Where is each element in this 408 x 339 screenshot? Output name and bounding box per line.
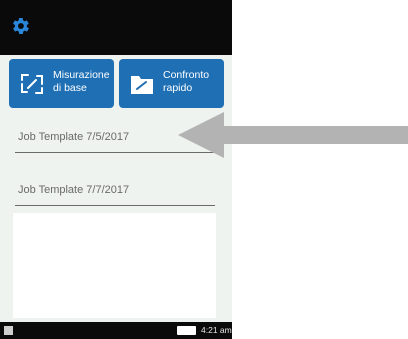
folder-icon (131, 76, 153, 94)
empty-panel (13, 213, 216, 318)
list-item-job-template[interactable]: Job Template 7/7/2017 (15, 166, 215, 206)
callout-arrow-icon (178, 112, 408, 158)
status-time: 4:21 am (201, 325, 232, 335)
misurazione-label: Misurazione di base (53, 69, 110, 94)
device-screen: Misurazione di base Confronto rapido Job… (0, 0, 232, 339)
battery-icon (177, 326, 196, 335)
confronto-rapido-button[interactable]: Confronto rapido (119, 59, 224, 108)
job-name: Job Template 7/7/2017 (18, 184, 130, 196)
status-bar: 4:21 am (0, 322, 232, 339)
measure-icon (21, 74, 43, 94)
notification-icon (4, 326, 13, 335)
job-name: Job Template 7/5/2017 (18, 131, 130, 143)
misurazione-di-base-button[interactable]: Misurazione di base (9, 59, 114, 108)
confronto-label: Confronto rapido (163, 69, 210, 94)
top-bar (0, 0, 232, 55)
gear-icon[interactable] (9, 15, 31, 37)
